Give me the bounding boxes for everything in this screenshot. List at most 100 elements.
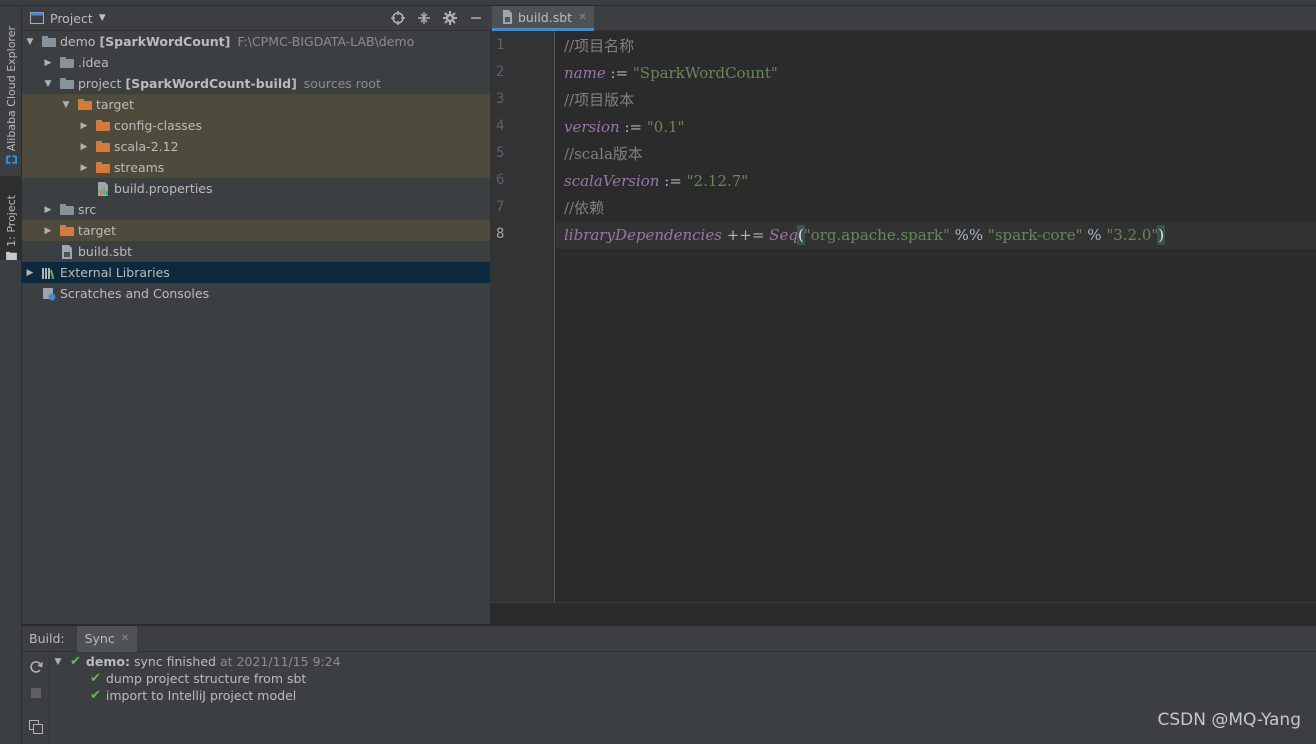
- close-icon[interactable]: ✕: [121, 633, 129, 644]
- module-name: [SparkWordCount]: [99, 34, 231, 49]
- project-tool-label: 1: Project: [4, 195, 18, 247]
- code-string: "org.apache.spark": [803, 226, 950, 244]
- expanded-arrow-icon[interactable]: ▼: [60, 100, 72, 110]
- tree-item-label: config-classes: [114, 118, 202, 133]
- build-child-label: import to IntelliJ project model: [105, 688, 297, 703]
- code-operator: :=: [605, 64, 633, 82]
- expanded-arrow-icon[interactable]: ▼: [42, 79, 54, 89]
- tree-item-src[interactable]: ▶ src: [22, 199, 490, 220]
- tree-item-label: build.properties: [114, 181, 213, 196]
- alibaba-cloud-explorer-button[interactable]: Alibaba Cloud Explorer: [0, 14, 22, 164]
- sources-root-hint: sources root: [303, 76, 381, 91]
- stop-icon[interactable]: [28, 685, 44, 701]
- collapsed-arrow-icon[interactable]: ▶: [42, 205, 54, 215]
- build-child-item[interactable]: ✔ import to IntelliJ project model: [52, 687, 341, 704]
- code-string: "0.1": [646, 118, 685, 136]
- line-number: 4: [496, 118, 505, 134]
- code-comment: //项目名称: [564, 37, 635, 55]
- code-operator: %%: [949, 226, 988, 244]
- project-tool-button[interactable]: 1: Project: [0, 176, 22, 260]
- build-output-tree: ▼ ✔ demo: sync finished at 2021/11/15 9:…: [52, 653, 341, 704]
- tree-item-scala-2-12[interactable]: ▶ scala-2.12: [22, 136, 490, 157]
- editor-breadcrumb-bar: [490, 602, 1316, 624]
- minimize-icon[interactable]: [468, 10, 484, 26]
- code-operator: :=: [659, 172, 687, 190]
- collapsed-arrow-icon[interactable]: ▶: [78, 142, 90, 152]
- code-key: scalaVersion: [564, 172, 660, 190]
- folder-icon: [59, 203, 75, 217]
- build-root-name: demo:: [85, 654, 130, 669]
- editor-tab-build-sbt[interactable]: build.sbt ✕: [492, 6, 595, 31]
- collapsed-arrow-icon[interactable]: ▶: [42, 226, 54, 236]
- tree-item-target[interactable]: ▶ target: [22, 220, 490, 241]
- code-operator: %: [1082, 226, 1107, 244]
- tree-item-idea[interactable]: ▶ .idea: [22, 52, 490, 73]
- code-line: scalaVersion := "2.12.7": [564, 168, 1316, 195]
- folder-icon: [59, 56, 75, 70]
- code-line-current: libraryDependencies ++= Seq("org.apache.…: [556, 222, 1316, 249]
- project-panel: Project ▼ ▼ demo [SparkWordCount] F:\CPM…: [22, 6, 490, 624]
- collapsed-arrow-icon[interactable]: ▶: [78, 121, 90, 131]
- tree-item-label: streams: [114, 160, 165, 175]
- module-path: F:\CPMC-BIGDATA-LAB\demo: [237, 34, 415, 49]
- scratches-icon: [41, 287, 57, 301]
- project-view-icon: [30, 12, 44, 24]
- tree-item-external-libraries[interactable]: ▶ External Libraries: [22, 262, 490, 283]
- tree-item-streams[interactable]: ▶ streams: [22, 157, 490, 178]
- build-child-label: dump project structure from sbt: [105, 671, 307, 686]
- editor-tab-bar: build.sbt ✕: [490, 6, 1316, 31]
- tree-item-label: target: [96, 97, 135, 112]
- collapse-all-icon[interactable]: [416, 10, 432, 26]
- tree-item-project[interactable]: ▼ project [SparkWordCount-build] sources…: [22, 73, 490, 94]
- project-panel-title[interactable]: Project: [50, 11, 93, 26]
- code-editor[interactable]: 1 2 3 4 5 6 7 8 //项目名称 name := "SparkWor…: [490, 31, 1316, 602]
- sbt-file-icon: [59, 244, 75, 259]
- code-comment: //依赖: [564, 199, 605, 217]
- collapsed-arrow-icon[interactable]: ▶: [78, 163, 90, 173]
- code-line: version := "0.1": [564, 114, 1316, 141]
- code-line: //项目名称: [564, 33, 1316, 60]
- expanded-arrow-icon[interactable]: ▼: [52, 657, 64, 667]
- tree-item-scratches[interactable]: Scratches and Consoles: [22, 283, 490, 304]
- code-function: Seq: [769, 226, 798, 244]
- tree-item-build-sbt[interactable]: build.sbt: [22, 241, 490, 262]
- line-number: 2: [496, 64, 505, 80]
- expanded-arrow-icon[interactable]: ▼: [24, 37, 36, 47]
- tree-item-label: demo: [60, 34, 96, 49]
- chevron-down-icon[interactable]: ▼: [99, 13, 106, 23]
- tree-item-demo[interactable]: ▼ demo [SparkWordCount] F:\CPMC-BIGDATA-…: [22, 31, 490, 52]
- code-key: version: [564, 118, 620, 136]
- line-number: 5: [496, 145, 505, 161]
- module-folder-icon: [41, 35, 57, 49]
- close-icon[interactable]: ✕: [578, 12, 586, 23]
- tree-item-target-excluded[interactable]: ▼ target: [22, 94, 490, 115]
- restore-layout-icon[interactable]: [28, 719, 44, 735]
- build-root-item[interactable]: ▼ ✔ demo: sync finished at 2021/11/15 9:…: [52, 653, 341, 670]
- line-number-current: 8: [496, 226, 505, 242]
- code-comment: //scala版本: [564, 145, 643, 163]
- collapsed-arrow-icon[interactable]: ▶: [42, 58, 54, 68]
- collapsed-arrow-icon[interactable]: ▶: [24, 268, 36, 278]
- line-number: 7: [496, 199, 505, 215]
- code-operator: :=: [619, 118, 647, 136]
- build-child-item[interactable]: ✔ dump project structure from sbt: [52, 670, 341, 687]
- tree-item-config-classes[interactable]: ▶ config-classes: [22, 115, 490, 136]
- folder-icon: [5, 251, 17, 260]
- module-folder-icon: [59, 77, 75, 91]
- check-icon: ✔: [70, 654, 81, 669]
- tree-item-build-properties[interactable]: build.properties: [22, 178, 490, 199]
- tab-sync[interactable]: Sync ✕: [76, 625, 138, 652]
- tree-item-label: build.sbt: [78, 244, 133, 259]
- refresh-icon[interactable]: [28, 659, 44, 675]
- excluded-folder-icon: [59, 224, 75, 238]
- gear-icon[interactable]: [442, 10, 458, 26]
- locate-icon[interactable]: [390, 10, 406, 26]
- project-panel-header: Project ▼: [22, 6, 490, 31]
- code-operator: ++=: [721, 226, 770, 244]
- code-string: "SparkWordCount": [632, 64, 778, 82]
- project-tree: ▼ demo [SparkWordCount] F:\CPMC-BIGDATA-…: [22, 31, 490, 304]
- excluded-folder-icon: [95, 119, 111, 133]
- build-root-status: sync finished: [133, 654, 216, 669]
- code-string: "spark-core": [987, 226, 1083, 244]
- build-tab-bar: Build: Sync ✕: [22, 625, 1316, 652]
